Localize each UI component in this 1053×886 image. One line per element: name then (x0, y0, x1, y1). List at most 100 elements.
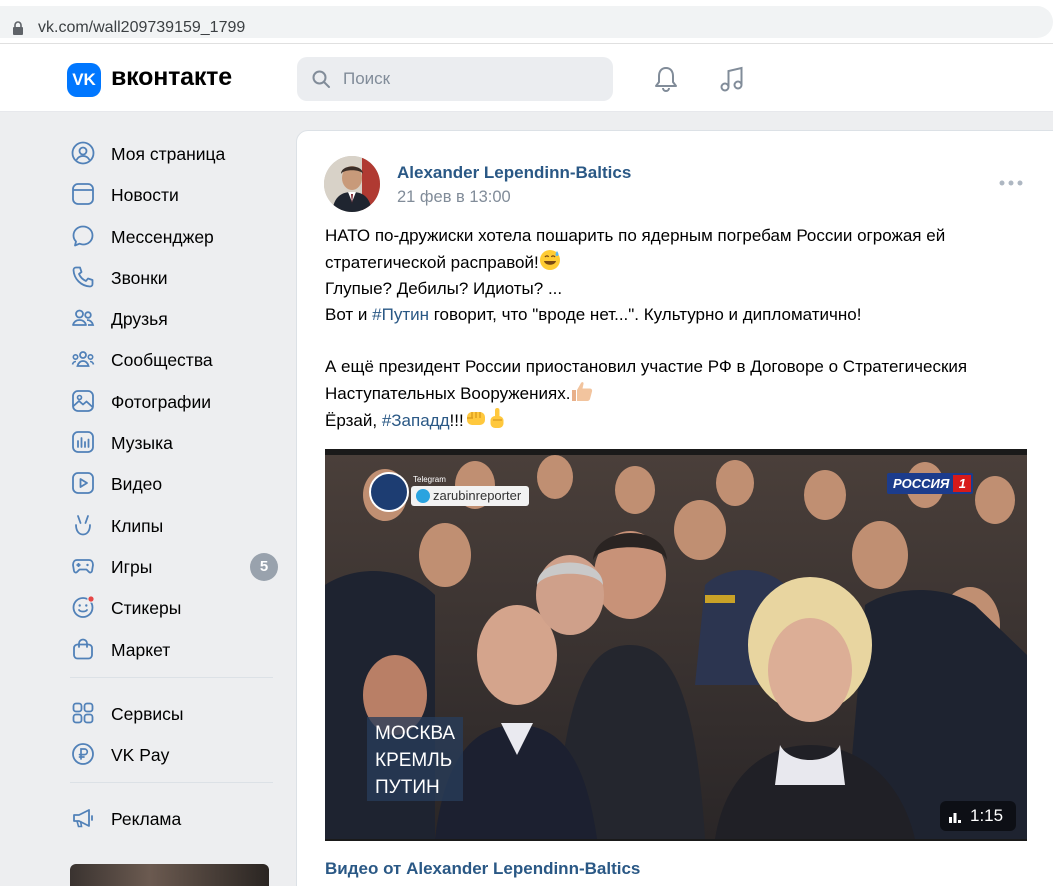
sidebar-item-label: Реклама (111, 809, 182, 830)
sidebar-item-label: Звонки (111, 267, 168, 288)
browser-address-bar: vk.com/wall209739159_1799 (0, 0, 1053, 44)
telegram-label: Telegram (413, 475, 446, 484)
ads-icon (73, 809, 93, 828)
hashtag-west-link[interactable]: #Западд (382, 411, 450, 430)
post-text-line: Ёрзай, #Западд!!! (325, 407, 1045, 434)
news-icon (72, 183, 94, 206)
music-chart-icon (72, 431, 94, 453)
russia1-channel-logo: РОССИЯ 1 (887, 473, 974, 494)
sidebar-item-label: Видео (111, 474, 163, 495)
caption-line: ПУТИН (375, 777, 440, 798)
sidebar-item-news[interactable]: Новости (60, 173, 282, 214)
sidebar-item-video[interactable]: Видео (60, 462, 282, 503)
profile-icon (71, 141, 95, 165)
brand-name[interactable]: вконтакте (111, 63, 232, 92)
post-text: НАТО по-дружиски хотела пошарить по ядер… (325, 223, 1045, 434)
ad-thumbnail[interactable] (70, 864, 269, 886)
sidebar-item-music[interactable]: Музыка (60, 421, 282, 462)
sidebar-item-friends[interactable]: Друзья (60, 297, 282, 338)
sidebar-item-market[interactable]: Маркет (60, 628, 282, 669)
post-text-line: НАТО по-дружиски хотела пошарить по ядер… (325, 226, 946, 245)
stickers-icon (72, 595, 95, 619)
sidebar-item-photos[interactable]: Фотографии (60, 380, 282, 421)
url-text[interactable]: vk.com/wall209739159_1799 (38, 19, 245, 37)
left-sidebar: Моя страница Новости Мессенджер Звонки Д… (60, 132, 282, 839)
sidebar-item-vkpay[interactable]: VK Pay (60, 733, 282, 774)
sidebar-item-games[interactable]: Игры 5 (60, 545, 282, 586)
video-icon (72, 472, 94, 495)
search-input[interactable] (297, 57, 613, 101)
sidebar-divider (70, 676, 273, 678)
post-text-gap (325, 328, 1045, 354)
sidebar-item-label: Стикеры (111, 598, 182, 619)
post-text-line: Наступательных Вооружениях. (325, 380, 1045, 407)
sidebar-item-ads[interactable]: Реклама (60, 797, 282, 838)
channel-number: 1 (953, 475, 972, 492)
video-player[interactable]: Telegram zarubinreporter РОССИЯ 1 МОСКВА… (325, 449, 1027, 841)
sidebar-item-label: Новости (111, 185, 179, 206)
messenger-icon (72, 225, 94, 246)
middle-finger-emoji-icon (490, 408, 504, 428)
sidebar-item-communities[interactable]: Сообщества (60, 338, 282, 379)
photos-icon (72, 389, 94, 412)
communities-icon (71, 351, 95, 368)
url-pill[interactable]: vk.com/wall209739159_1799 (0, 6, 1053, 38)
friends-icon (72, 309, 95, 327)
market-icon (73, 638, 93, 659)
author-avatar[interactable] (324, 156, 380, 212)
bell-icon[interactable] (651, 64, 681, 94)
post-text-fragment: говорит, что "вроде нет...". Культурно и… (429, 305, 862, 324)
post-text-fragment: Ёрзай, (325, 411, 382, 430)
sidebar-item-label: Сервисы (111, 703, 184, 724)
vk-logo-icon[interactable]: VK (67, 63, 101, 97)
telegram-plane-icon (416, 489, 430, 503)
post-text-line: Вот и #Путин говорит, что "вроде нет..."… (325, 302, 1045, 328)
post-text-fragment: Вот и (325, 305, 373, 324)
sidebar-item-stickers[interactable]: Стикеры (60, 586, 282, 627)
clips-icon (75, 514, 91, 536)
phone-icon (72, 266, 94, 288)
sidebar-item-clips[interactable]: Клипы (60, 504, 282, 545)
wall-post: Alexander Lependinn-Baltics 21 фев в 13:… (296, 130, 1053, 886)
sidebar-item-label: VK Pay (111, 745, 170, 766)
post-author-name[interactable]: Alexander Lependinn-Baltics (397, 163, 631, 183)
video-duration-badge: 1:15 (940, 801, 1016, 831)
post-text-line: Глупые? Дебилы? Идиоты? ... (325, 279, 563, 298)
vkpay-icon (72, 743, 94, 766)
sidebar-item-label: Моя страница (111, 144, 226, 164)
signal-bars-icon (949, 813, 961, 823)
post-text-fragment: стратегической расправой! (325, 253, 539, 272)
hashtag-putin-link[interactable]: #Путин (372, 305, 429, 324)
sidebar-item-label: Клипы (111, 515, 164, 536)
post-date[interactable]: 21 фев в 13:00 (397, 188, 511, 207)
sidebar-item-label: Игры (111, 556, 153, 577)
post-text-fragment: Наступательных Вооружениях. (325, 384, 571, 403)
sidebar-item-label: Фотографии (111, 391, 212, 412)
lock-icon (13, 21, 23, 35)
sidebar-item-label: Сообщества (111, 350, 213, 371)
channel-logo-text: РОССИЯ (893, 476, 950, 491)
post-text-line: А ещё президент России приостановил учас… (325, 357, 968, 376)
telegram-avatar (369, 472, 409, 512)
games-count-badge: 5 (250, 552, 278, 581)
telegram-watermark: Telegram zarubinreporter (369, 472, 559, 512)
caption-line: КРЕМЛЬ (375, 750, 453, 771)
sidebar-item-label: Маркет (111, 639, 171, 660)
services-icon (72, 702, 94, 724)
caption-line: МОСКВА (375, 723, 456, 744)
sidebar-item-label: Музыка (111, 433, 173, 454)
more-options-icon[interactable] (997, 178, 1025, 188)
sidebar-item-messenger[interactable]: Мессенджер (60, 215, 282, 256)
vk-header: VK вконтакте (0, 44, 1053, 112)
sidebar-item-label: Друзья (111, 309, 168, 330)
thumbs-up-emoji-icon (572, 382, 593, 401)
sidebar-item-calls[interactable]: Звонки (60, 256, 282, 297)
post-text-fragment: !!! (449, 411, 464, 430)
music-note-icon[interactable] (717, 64, 747, 94)
video-source-link[interactable]: Видео от Alexander Lependinn-Baltics (325, 859, 640, 879)
sidebar-item-services[interactable]: Сервисы (60, 692, 282, 733)
sidebar-item-my-page[interactable]: Моя страница (60, 132, 282, 173)
games-icon (72, 559, 94, 574)
post-text-line: стратегической расправой! (325, 249, 1045, 276)
sidebar-item-label: Мессенджер (111, 226, 214, 247)
